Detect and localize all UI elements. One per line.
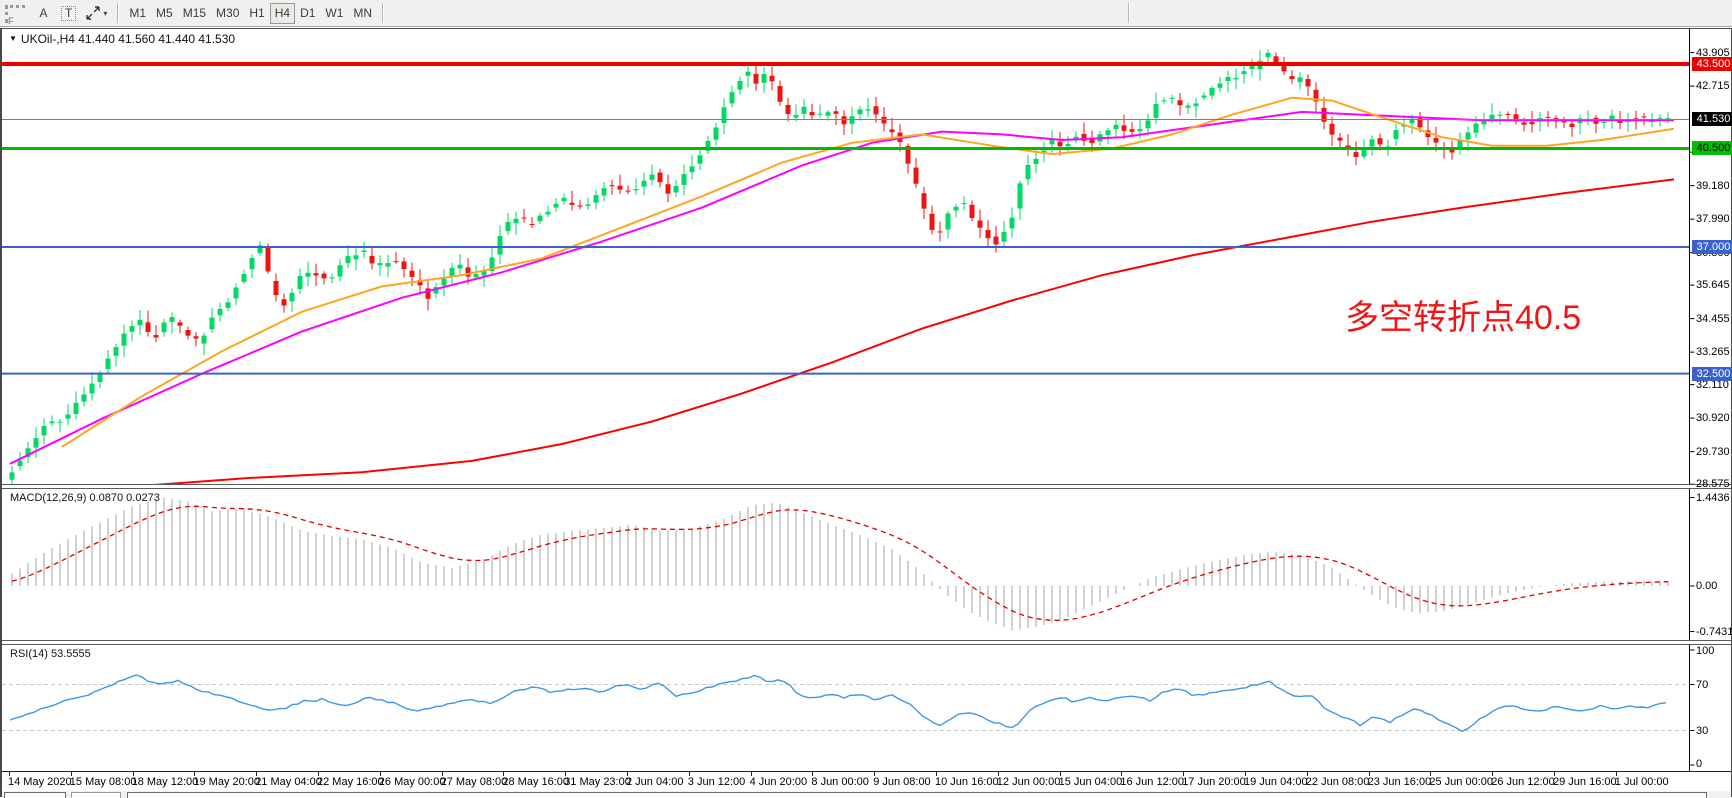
date-label: 8 Jun 00:00: [811, 776, 869, 788]
rsi-plot: [2, 645, 1731, 772]
ma-magenta: [10, 112, 1674, 464]
price-badge-32.500: 32.500: [1692, 367, 1732, 381]
timeframe-button-h1[interactable]: H1: [244, 3, 269, 24]
rsi-tick-label: 100: [1696, 645, 1732, 658]
price-tick-label: 39.180: [1696, 180, 1732, 193]
price-badge-41.530: 41.530: [1692, 112, 1732, 126]
price-badge-40.500: 40.500: [1692, 141, 1732, 155]
timeframe-button-m15[interactable]: M15: [178, 3, 211, 24]
macd-label: MACD(12,26,9) 0.0870 0.0273: [10, 492, 160, 504]
chart-title: ▼ UKOil-,H4 41.440 41.560 41.440 41.530: [9, 32, 235, 46]
timeframe-button-m1[interactable]: M1: [124, 3, 151, 24]
date-label: 19 May 20:00: [193, 776, 260, 788]
price-tick-label: 37.990: [1696, 213, 1732, 226]
toolbar: F A T ▾ M1M5M15M30H1H4D1W1MN: [0, 0, 1732, 27]
annotation-tool-label: A: [39, 6, 47, 20]
grip-label: F: [8, 16, 14, 26]
timeframe-button-d1[interactable]: D1: [295, 3, 320, 24]
dropdown-caret-icon: ▾: [103, 9, 107, 18]
date-axis[interactable]: 14 May 202015 May 08:0018 May 12:0019 Ma…: [2, 771, 1731, 791]
date-label: 22 Jun 08:00: [1306, 776, 1370, 788]
chart-title-text: UKOil-,H4 41.440 41.560 41.440 41.530: [21, 32, 235, 46]
date-label: 21 May 04:00: [255, 776, 322, 788]
timeframe-group: M1M5M15M30H1H4D1W1MN: [124, 3, 377, 24]
date-label: 26 May 00:00: [379, 776, 446, 788]
date-label: 31 May 23:00: [564, 776, 631, 788]
main-chart-plot: [2, 29, 1731, 488]
date-label: 26 Jun 12:00: [1491, 776, 1555, 788]
rsi-panel[interactable]: RSI(14) 53.5555 100 70 30 0: [2, 644, 1731, 771]
date-label: 16 Jun 12:00: [1120, 776, 1184, 788]
shapes-tool-button[interactable]: ▾: [81, 3, 112, 24]
macd-tick-label: 1.4436: [1696, 492, 1732, 505]
ma-orange: [62, 98, 1674, 447]
price-tick-label: 29.730: [1696, 446, 1732, 459]
date-label: 14 May 2020: [8, 776, 72, 788]
rsi-label: RSI(14) 53.5555: [10, 648, 91, 660]
timeframe-button-m5[interactable]: M5: [151, 3, 178, 24]
toolbar-grip-icon[interactable]: F: [5, 5, 25, 23]
date-label: 15 May 08:00: [70, 776, 137, 788]
rsi-tick-label: 30: [1696, 725, 1732, 738]
price-tick-label: 28.575: [1696, 478, 1732, 491]
macd-tick-label: -0.7431: [1696, 626, 1732, 639]
timeframe-button-m30[interactable]: M30: [211, 3, 244, 24]
chart-annotation: 多空转折点40.5: [1345, 290, 1581, 339]
date-label: 2 Jun 04:00: [626, 776, 684, 788]
toolbar-separator: [1128, 3, 1130, 23]
collapse-triangle-icon[interactable]: ▼: [9, 34, 17, 43]
toolbar-separator: [117, 3, 119, 23]
rsi-line: [10, 675, 1666, 731]
date-label: 17 Jun 20:00: [1182, 776, 1246, 788]
date-label: 23 Jun 16:00: [1368, 776, 1432, 788]
toolbar-separator: [382, 3, 384, 23]
date-label: 28 May 16:00: [502, 776, 569, 788]
date-label: 10 Jun 16:00: [935, 776, 999, 788]
price-tick-label: 42.715: [1696, 80, 1732, 93]
price-badge-43.500: 43.500: [1692, 57, 1732, 71]
macd-tick-label: 0.00: [1696, 580, 1732, 593]
macd-panel[interactable]: MACD(12,26,9) 0.0870 0.0273 1.4436 0.00 -0…: [2, 488, 1731, 642]
timeframe-button-mn[interactable]: MN: [348, 3, 377, 24]
rsi-tick-label: 70: [1696, 679, 1732, 692]
chart-window: ▼ UKOil-,H4 41.440 41.560 41.440 41.530 多…: [0, 28, 1732, 797]
date-label: 9 Jun 08:00: [873, 776, 931, 788]
candles-layer: [10, 49, 1671, 485]
date-label: 12 Jun 00:00: [997, 776, 1061, 788]
date-label: 3 Jun 12:00: [688, 776, 746, 788]
date-label: 19 Jun 04:00: [1244, 776, 1308, 788]
date-label: 1 Jul 00:00: [1615, 776, 1669, 788]
arrows-icon: [86, 6, 101, 20]
chart-tab[interactable]: [71, 792, 121, 798]
text-tool-button[interactable]: T: [56, 3, 81, 24]
date-label: 22 May 16:00: [317, 776, 384, 788]
chart-tab[interactable]: [127, 792, 1707, 798]
timeframe-button-h4[interactable]: H4: [270, 3, 295, 24]
main-chart-panel[interactable]: ▼ UKOil-,H4 41.440 41.560 41.440 41.530 多…: [2, 29, 1731, 488]
date-label: 15 Jun 04:00: [1059, 776, 1123, 788]
price-tick-label: 35.645: [1696, 279, 1732, 292]
timeframe-button-w1[interactable]: W1: [320, 3, 348, 24]
date-label: 27 May 08:00: [441, 776, 508, 788]
price-tick-label: 33.265: [1696, 346, 1732, 359]
rsi-tick-label: 0: [1696, 758, 1732, 771]
price-tick-label: 34.455: [1696, 313, 1732, 326]
chart-tab[interactable]: [4, 792, 66, 798]
date-label: 4 Jun 20:00: [750, 776, 808, 788]
date-label: 18 May 12:00: [132, 776, 199, 788]
date-label: 29 Jun 16:00: [1553, 776, 1617, 788]
price-tick-label: 30.920: [1696, 412, 1732, 425]
macd-plot: [2, 489, 1731, 642]
text-tool-label: T: [61, 6, 76, 21]
price-badge-37.000: 37.000: [1692, 240, 1732, 254]
annotation-tool-button[interactable]: A: [31, 3, 56, 24]
date-label: 25 Jun 00:00: [1429, 776, 1493, 788]
